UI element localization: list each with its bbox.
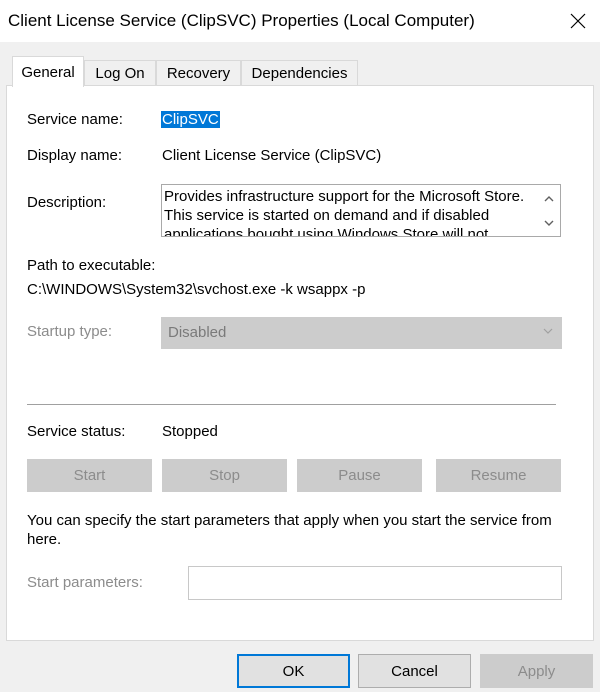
title-bar: Client License Service (ClipSVC) Propert… <box>0 0 600 42</box>
scroll-up-icon[interactable] <box>538 189 560 209</box>
service-name-label: Service name: <box>27 111 123 128</box>
tab-label: General <box>21 63 75 81</box>
tab-label: Log On <box>95 65 145 82</box>
tab-label: Recovery <box>166 65 231 82</box>
path-value[interactable]: C:\WINDOWS\System32\svchost.exe -k wsapp… <box>27 281 365 298</box>
startup-type-value: Disabled <box>168 324 227 341</box>
general-tab-panel <box>6 85 594 641</box>
chevron-down-icon <box>543 326 553 337</box>
service-name-value[interactable]: ClipSVC <box>161 111 220 128</box>
path-label: Path to executable: <box>27 257 156 274</box>
apply-button[interactable]: Apply <box>480 654 593 688</box>
display-name-label: Display name: <box>27 147 123 164</box>
display-name-value[interactable]: Client License Service (ClipSVC) <box>162 147 381 164</box>
tab-general[interactable]: General <box>12 56 84 87</box>
description-textbox[interactable]: Provides infrastructure support for the … <box>161 184 561 237</box>
description-text: Provides infrastructure support for the … <box>164 188 525 237</box>
start-params-input[interactable] <box>188 566 562 600</box>
pause-button[interactable]: Pause <box>297 459 422 492</box>
description-scrollbar[interactable] <box>538 185 560 236</box>
start-params-help: You can specify the start parameters tha… <box>27 512 552 548</box>
service-name-text: ClipSVC <box>161 111 220 128</box>
ok-button[interactable]: OK <box>237 654 350 688</box>
tab-log-on[interactable]: Log On <box>84 60 156 86</box>
description-label: Description: <box>27 194 107 211</box>
tab-recovery[interactable]: Recovery <box>156 60 241 86</box>
tab-label: Dependencies <box>251 65 348 82</box>
scroll-down-icon[interactable] <box>538 213 560 233</box>
service-status-label: Service status: <box>27 423 126 440</box>
divider <box>27 404 556 405</box>
start-button[interactable]: Start <box>27 459 152 492</box>
close-icon <box>570 13 586 29</box>
cancel-button[interactable]: Cancel <box>358 654 471 688</box>
close-button[interactable] <box>556 0 600 42</box>
start-params-label: Start parameters: <box>27 574 143 591</box>
tab-dependencies[interactable]: Dependencies <box>241 60 358 86</box>
resume-button[interactable]: Resume <box>436 459 561 492</box>
startup-type-dropdown[interactable]: Disabled <box>161 317 562 349</box>
service-status-value: Stopped <box>162 423 218 440</box>
window-title: Client License Service (ClipSVC) Propert… <box>8 11 475 30</box>
startup-type-label: Startup type: <box>27 323 113 340</box>
stop-button[interactable]: Stop <box>162 459 287 492</box>
